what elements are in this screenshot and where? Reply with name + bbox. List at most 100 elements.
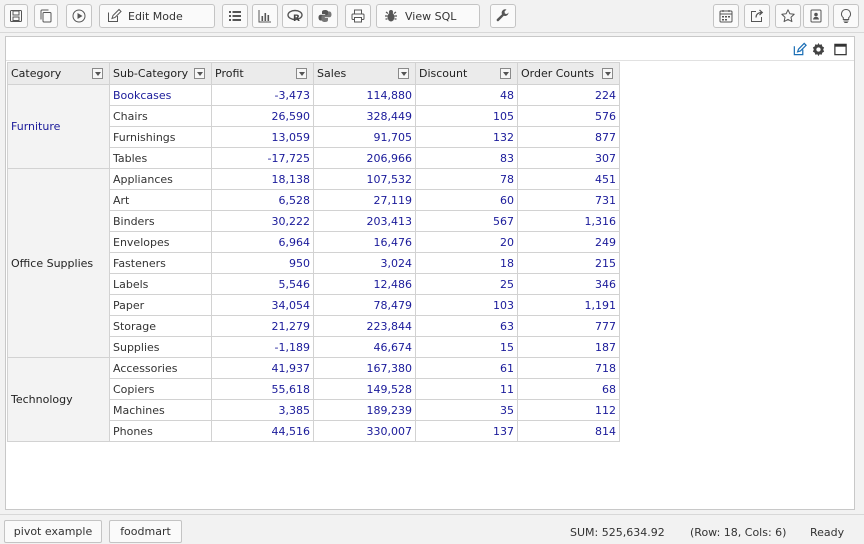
dropdown-icon[interactable] bbox=[194, 68, 205, 79]
category-cell[interactable]: Technology bbox=[7, 357, 110, 442]
orders-cell[interactable]: 249 bbox=[517, 231, 620, 253]
contact-button[interactable] bbox=[803, 4, 829, 28]
profit-cell[interactable]: 26,590 bbox=[211, 105, 314, 127]
sales-cell[interactable]: 46,674 bbox=[313, 336, 416, 358]
sales-cell[interactable]: 16,476 bbox=[313, 231, 416, 253]
discount-cell[interactable]: 25 bbox=[415, 273, 518, 295]
discount-cell[interactable]: 132 bbox=[415, 126, 518, 148]
orders-cell[interactable]: 718 bbox=[517, 357, 620, 379]
dropdown-icon[interactable] bbox=[92, 68, 103, 79]
discount-cell[interactable]: 567 bbox=[415, 210, 518, 232]
python-button[interactable] bbox=[312, 4, 338, 28]
discount-cell[interactable]: 48 bbox=[415, 84, 518, 106]
profit-cell[interactable]: -3,473 bbox=[211, 84, 314, 106]
subcategory-cell[interactable]: Machines bbox=[109, 399, 212, 421]
column-header[interactable]: Sub-Category bbox=[109, 62, 212, 85]
profit-cell[interactable]: 55,618 bbox=[211, 378, 314, 400]
orders-cell[interactable]: 112 bbox=[517, 399, 620, 421]
dropdown-icon[interactable] bbox=[602, 68, 613, 79]
sales-cell[interactable]: 78,479 bbox=[313, 294, 416, 316]
save-button[interactable] bbox=[4, 4, 28, 28]
calendar-button[interactable] bbox=[713, 4, 739, 28]
sales-cell[interactable]: 189,239 bbox=[313, 399, 416, 421]
profit-cell[interactable]: 6,964 bbox=[211, 231, 314, 253]
discount-cell[interactable]: 83 bbox=[415, 147, 518, 169]
discount-cell[interactable]: 63 bbox=[415, 315, 518, 337]
edit-mode-button[interactable]: Edit Mode bbox=[99, 4, 215, 28]
sales-cell[interactable]: 149,528 bbox=[313, 378, 416, 400]
sales-cell[interactable]: 203,413 bbox=[313, 210, 416, 232]
sales-cell[interactable]: 91,705 bbox=[313, 126, 416, 148]
sales-cell[interactable]: 206,966 bbox=[313, 147, 416, 169]
discount-cell[interactable]: 61 bbox=[415, 357, 518, 379]
profit-cell[interactable]: 18,138 bbox=[211, 168, 314, 190]
profit-cell[interactable]: 21,279 bbox=[211, 315, 314, 337]
orders-cell[interactable]: 224 bbox=[517, 84, 620, 106]
category-cell[interactable]: Office Supplies bbox=[7, 168, 110, 358]
subcategory-cell[interactable]: Bookcases bbox=[109, 84, 212, 106]
column-header[interactable]: Category bbox=[7, 62, 110, 85]
orders-cell[interactable]: 68 bbox=[517, 378, 620, 400]
settings-button[interactable] bbox=[490, 4, 516, 28]
view-sql-button[interactable]: View SQL bbox=[376, 4, 480, 28]
profit-cell[interactable]: 44,516 bbox=[211, 420, 314, 442]
sales-cell[interactable]: 223,844 bbox=[313, 315, 416, 337]
subcategory-cell[interactable]: Envelopes bbox=[109, 231, 212, 253]
subcategory-cell[interactable]: Accessories bbox=[109, 357, 212, 379]
subcategory-cell[interactable]: Copiers bbox=[109, 378, 212, 400]
sales-cell[interactable]: 330,007 bbox=[313, 420, 416, 442]
share-button[interactable] bbox=[744, 4, 770, 28]
discount-cell[interactable]: 20 bbox=[415, 231, 518, 253]
discount-cell[interactable]: 11 bbox=[415, 378, 518, 400]
panel-maximize-button[interactable] bbox=[832, 41, 848, 57]
subcategory-cell[interactable]: Phones bbox=[109, 420, 212, 442]
profit-cell[interactable]: 5,546 bbox=[211, 273, 314, 295]
orders-cell[interactable]: 1,316 bbox=[517, 210, 620, 232]
orders-cell[interactable]: 215 bbox=[517, 252, 620, 274]
sales-cell[interactable]: 114,880 bbox=[313, 84, 416, 106]
orders-cell[interactable]: 777 bbox=[517, 315, 620, 337]
tips-button[interactable] bbox=[833, 4, 859, 28]
sales-cell[interactable]: 167,380 bbox=[313, 357, 416, 379]
sales-cell[interactable]: 27,119 bbox=[313, 189, 416, 211]
r-button[interactable]: R bbox=[282, 4, 308, 28]
tab-foodmart[interactable]: foodmart bbox=[109, 520, 182, 543]
profit-cell[interactable]: -1,189 bbox=[211, 336, 314, 358]
column-header[interactable]: Profit bbox=[211, 62, 314, 85]
print-button[interactable] bbox=[345, 4, 371, 28]
orders-cell[interactable]: 451 bbox=[517, 168, 620, 190]
column-header[interactable]: Sales bbox=[313, 62, 416, 85]
column-header[interactable]: Discount bbox=[415, 62, 518, 85]
discount-cell[interactable]: 60 bbox=[415, 189, 518, 211]
profit-cell[interactable]: 3,385 bbox=[211, 399, 314, 421]
favorite-button[interactable] bbox=[775, 4, 801, 28]
panel-edit-button[interactable] bbox=[791, 41, 807, 57]
discount-cell[interactable]: 137 bbox=[415, 420, 518, 442]
subcategory-cell[interactable]: Fasteners bbox=[109, 252, 212, 274]
sales-cell[interactable]: 107,532 bbox=[313, 168, 416, 190]
profit-cell[interactable]: 13,059 bbox=[211, 126, 314, 148]
orders-cell[interactable]: 814 bbox=[517, 420, 620, 442]
subcategory-cell[interactable]: Tables bbox=[109, 147, 212, 169]
sales-cell[interactable]: 328,449 bbox=[313, 105, 416, 127]
orders-cell[interactable]: 1,191 bbox=[517, 294, 620, 316]
profit-cell[interactable]: 6,528 bbox=[211, 189, 314, 211]
subcategory-cell[interactable]: Labels bbox=[109, 273, 212, 295]
profit-cell[interactable]: 34,054 bbox=[211, 294, 314, 316]
discount-cell[interactable]: 35 bbox=[415, 399, 518, 421]
panel-settings-button[interactable] bbox=[810, 41, 826, 57]
discount-cell[interactable]: 105 bbox=[415, 105, 518, 127]
profit-cell[interactable]: 41,937 bbox=[211, 357, 314, 379]
orders-cell[interactable]: 731 bbox=[517, 189, 620, 211]
dropdown-icon[interactable] bbox=[500, 68, 511, 79]
discount-cell[interactable]: 103 bbox=[415, 294, 518, 316]
subcategory-cell[interactable]: Art bbox=[109, 189, 212, 211]
orders-cell[interactable]: 877 bbox=[517, 126, 620, 148]
subcategory-cell[interactable]: Supplies bbox=[109, 336, 212, 358]
subcategory-cell[interactable]: Chairs bbox=[109, 105, 212, 127]
subcategory-cell[interactable]: Storage bbox=[109, 315, 212, 337]
list-button[interactable] bbox=[222, 4, 248, 28]
dropdown-icon[interactable] bbox=[296, 68, 307, 79]
discount-cell[interactable]: 78 bbox=[415, 168, 518, 190]
chart-button[interactable] bbox=[252, 4, 278, 28]
